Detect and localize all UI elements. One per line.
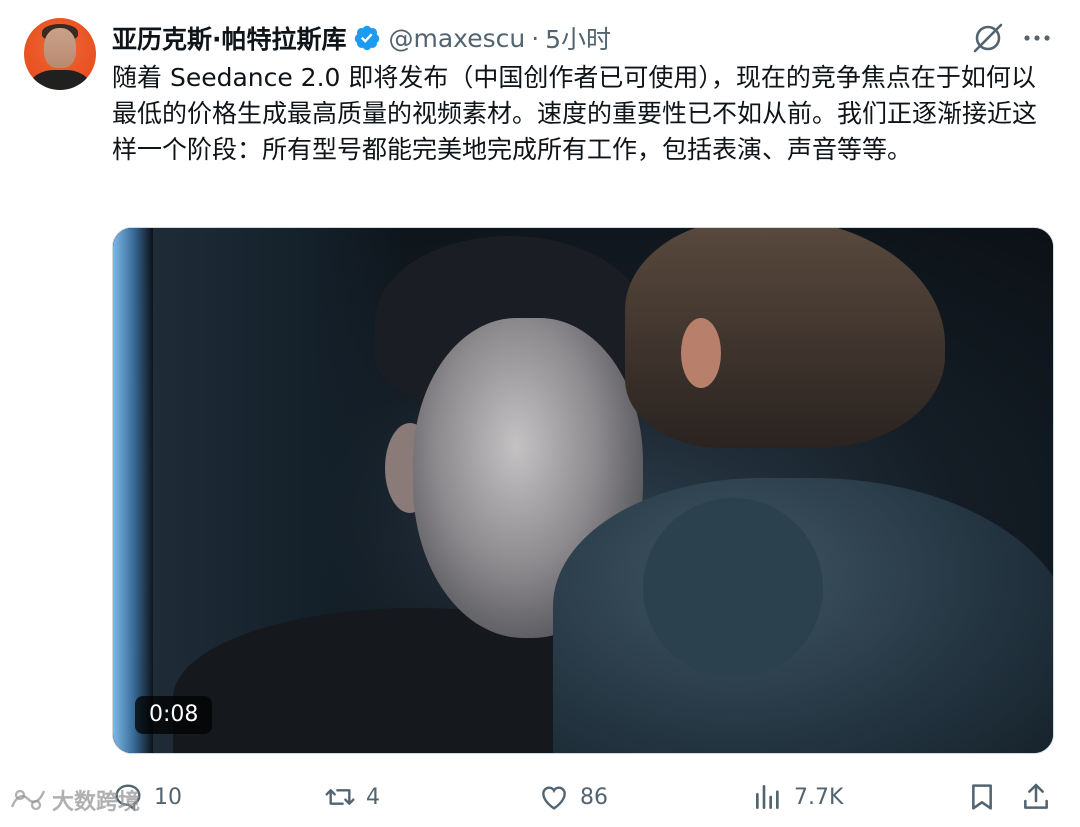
author-name[interactable]: 亚历克斯·帕特拉斯库 bbox=[112, 20, 347, 56]
tweet-text: 随着 Seedance 2.0 即将发布（中国创作者已可使用），现在的竞争焦点在… bbox=[112, 63, 1038, 164]
views-count: 7.7K bbox=[794, 784, 844, 810]
tweet-actions: 10 4 86 7.7K bbox=[0, 775, 1080, 819]
share-icon bbox=[1024, 783, 1048, 809]
reply-count: 10 bbox=[154, 784, 182, 810]
video-boy-hood bbox=[643, 498, 823, 678]
watermark-logo-icon bbox=[10, 789, 46, 811]
tweet-video[interactable]: 0:08 bbox=[112, 227, 1054, 754]
author-avatar[interactable] bbox=[24, 18, 96, 90]
bookmark-button[interactable] bbox=[966, 775, 998, 819]
video-boy-ear bbox=[681, 318, 721, 388]
more-options-icon[interactable] bbox=[1020, 24, 1054, 52]
like-button[interactable]: 86 bbox=[538, 775, 608, 819]
tweet-timestamp[interactable]: 5小时 bbox=[545, 20, 611, 56]
retweet-icon bbox=[325, 789, 355, 805]
views-icon bbox=[756, 785, 779, 809]
watermark-text: 大数跨境 bbox=[52, 790, 141, 815]
grok-icon[interactable] bbox=[970, 20, 1006, 56]
avatar-body bbox=[30, 70, 90, 90]
views-button[interactable]: 7.7K bbox=[752, 775, 843, 819]
watermark: 大数跨境 bbox=[8, 784, 140, 816]
video-blue-glow bbox=[113, 228, 153, 753]
retweet-count: 4 bbox=[366, 784, 380, 810]
like-icon bbox=[542, 786, 566, 810]
author-handle[interactable]: @maxescu bbox=[389, 24, 526, 53]
verified-badge-icon bbox=[354, 25, 379, 51]
bookmark-icon bbox=[972, 784, 992, 810]
share-button[interactable] bbox=[1020, 775, 1052, 819]
like-count: 86 bbox=[580, 784, 608, 810]
tweet-header: 亚历克斯·帕特拉斯库 @maxescu · 5小时 bbox=[112, 20, 611, 56]
video-duration-badge: 0:08 bbox=[135, 696, 213, 734]
video-boy-hair bbox=[625, 228, 945, 448]
header-separator: · bbox=[531, 23, 540, 53]
avatar-head bbox=[44, 28, 76, 68]
retweet-button[interactable]: 4 bbox=[324, 775, 380, 819]
